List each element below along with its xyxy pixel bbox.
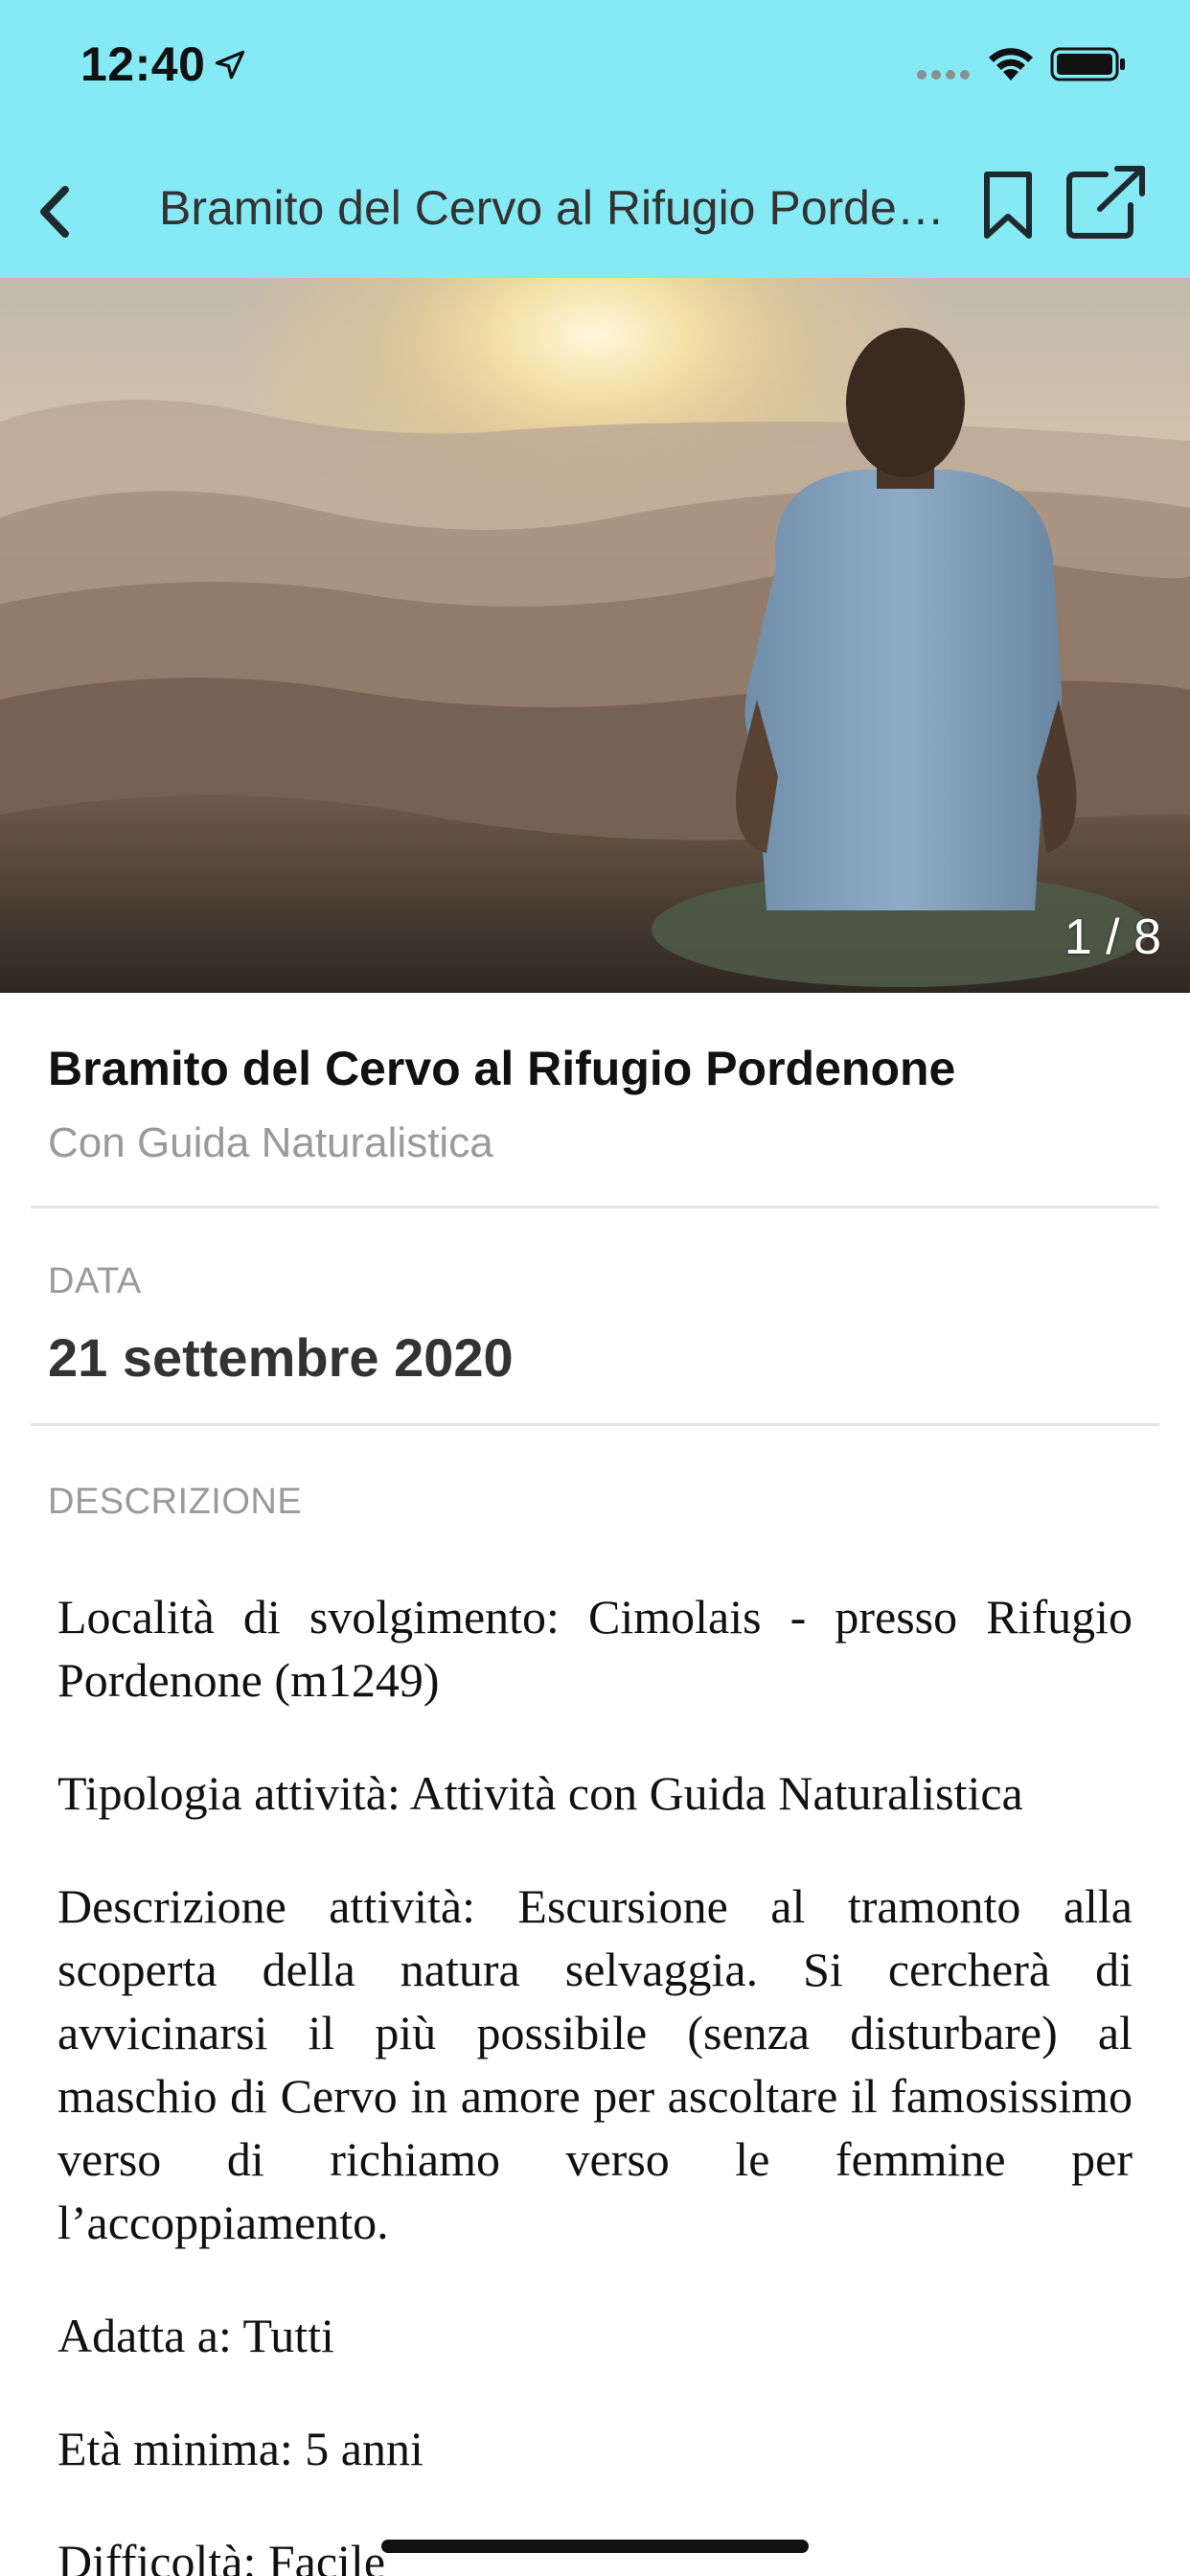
- bookmark-icon: [984, 172, 1032, 239]
- description-paragraph: Tipologia attività: Attività con Guida N…: [57, 1766, 1023, 1820]
- hero-photo: [0, 278, 1190, 993]
- date-label: DATA: [48, 1261, 142, 1301]
- cellular-signal-icon: [917, 70, 970, 80]
- photo-carousel[interactable]: 1 / 8: [0, 278, 1190, 993]
- date-value: 21 settembre 2020: [48, 1327, 514, 1388]
- status-time: 12:40: [80, 37, 206, 91]
- photo-counter: 1 / 8: [1064, 909, 1161, 965]
- nav-title: Bramito del Cervo al Rifugio Pordenone: [159, 181, 964, 235]
- back-button[interactable]: [13, 169, 94, 255]
- divider: [31, 1206, 1159, 1208]
- event-title: Bramito del Cervo al Rifugio Pordenone: [48, 1042, 956, 1095]
- description-paragraph: Località di svolgimento: Cimolais - pres…: [57, 1590, 1133, 1707]
- description-paragraph: Difficoltà: Facile: [57, 2535, 386, 2576]
- battery-icon: [1050, 47, 1125, 81]
- event-detail-screen: 12:40 Bramito del Cervo al Rifugio Porde…: [0, 0, 1190, 2576]
- header: 12:40 Bramito del Cervo al Rifugio Porde…: [0, 0, 1190, 278]
- share-external-icon: [1066, 166, 1145, 239]
- share-button[interactable]: [1062, 161, 1148, 242]
- description-paragraph: Descrizione attività: Escursione al tram…: [57, 1879, 1133, 2249]
- event-subtitle: Con Guida Naturalistica: [48, 1119, 493, 1166]
- description-body: Località di svolgimento: Cimolais - pres…: [57, 1585, 1133, 2576]
- chevron-left-icon: [40, 186, 69, 238]
- wifi-icon: [989, 48, 1033, 80]
- description-label: DESCRIZIONE: [48, 1482, 303, 1522]
- location-arrow-icon: [215, 50, 245, 80]
- bookmark-button[interactable]: [977, 167, 1039, 243]
- divider: [31, 1423, 1159, 1426]
- home-indicator[interactable]: [381, 2540, 809, 2553]
- description-paragraph: Età minima: 5 anni: [57, 2422, 423, 2475]
- description-paragraph: Adatta a: Tutti: [57, 2309, 334, 2362]
